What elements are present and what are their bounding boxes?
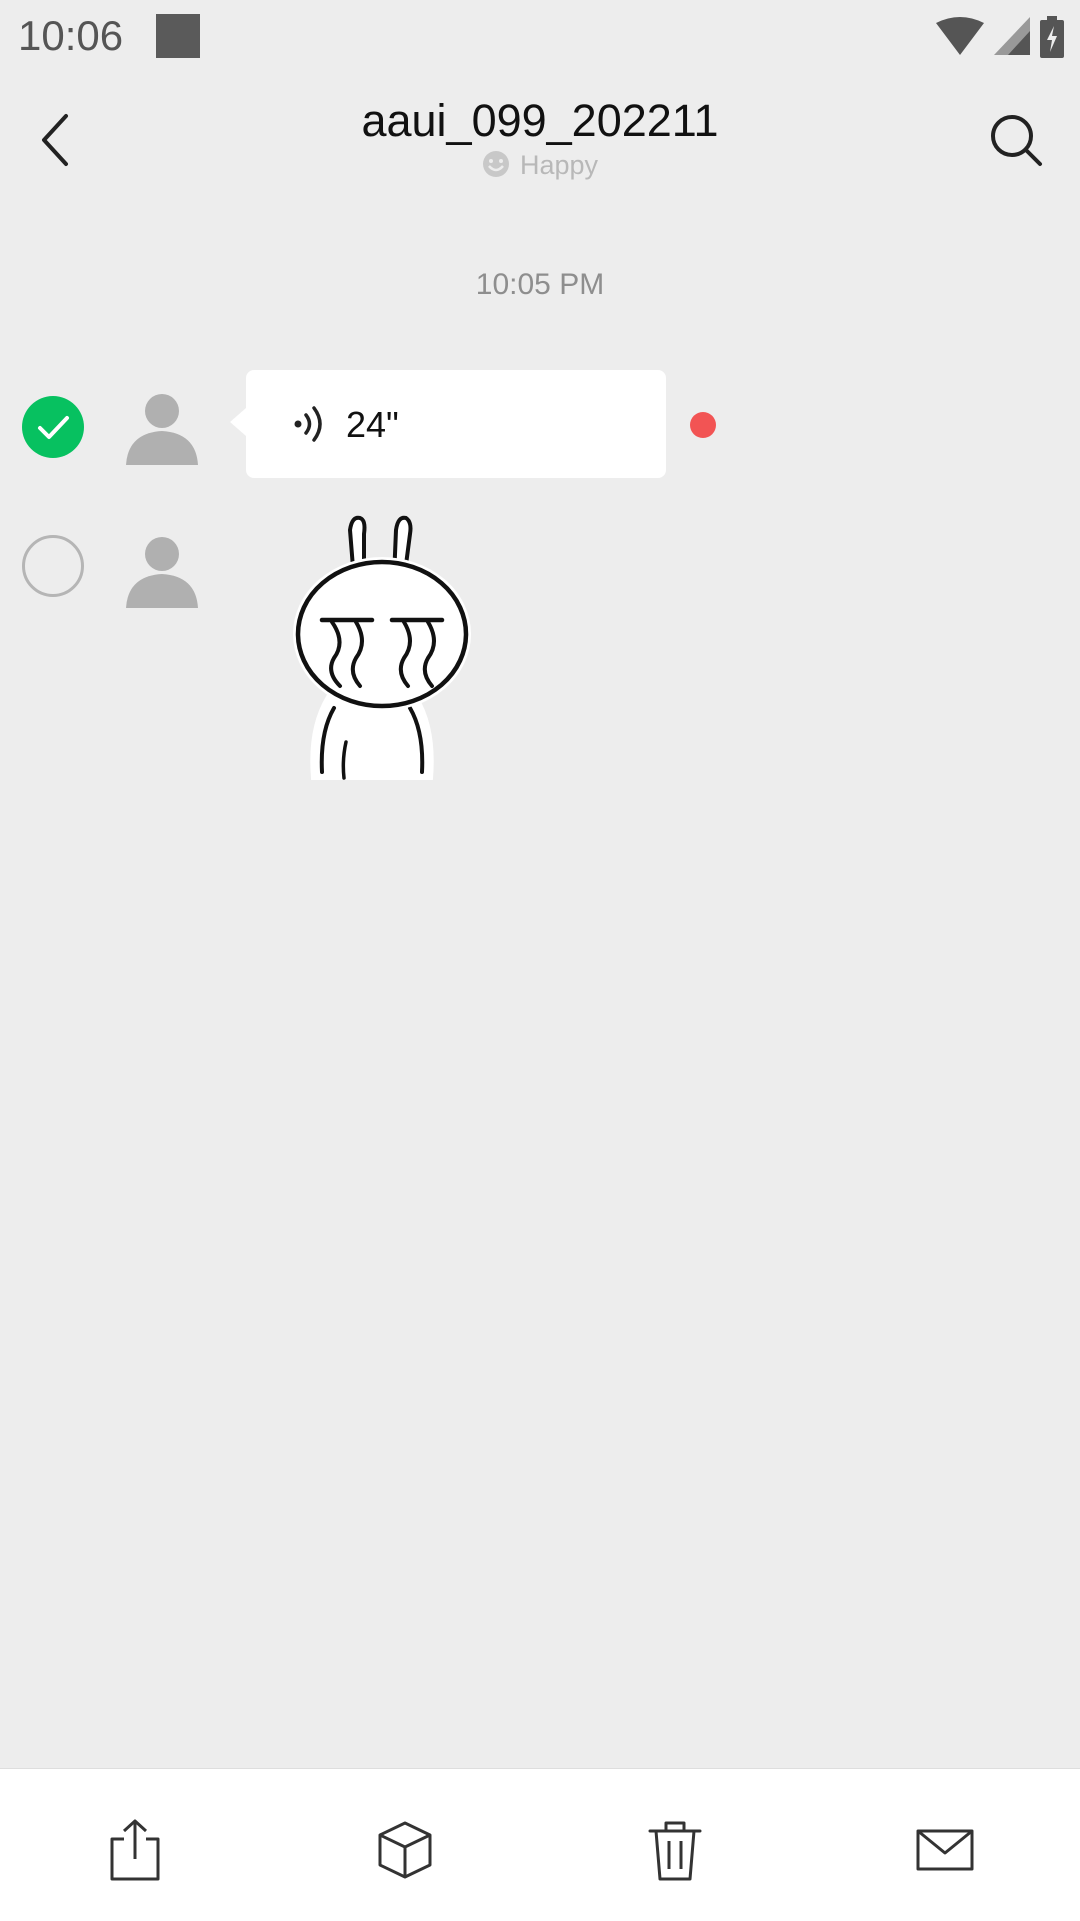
smiley-icon (482, 151, 509, 177)
checkmark-icon (38, 416, 69, 439)
select-checkbox-unchecked[interactable] (22, 535, 84, 597)
chat-title: aaui_099_202211 (361, 95, 719, 146)
message-row (0, 510, 1080, 790)
select-checkbox-checked[interactable] (22, 396, 84, 458)
status-text: Happy (519, 150, 599, 180)
voice-duration: 24" (346, 404, 399, 445)
crying-rabbit-sticker[interactable] (292, 510, 482, 780)
unread-dot (690, 412, 716, 438)
voice-message-bubble[interactable]: 24" (230, 370, 666, 478)
bottom-toolbar (0, 1768, 1080, 1921)
notification-icon (156, 14, 200, 58)
wifi-icon (936, 17, 984, 55)
status-bar: 10:06 (0, 0, 1080, 80)
signal-icon (994, 17, 1030, 55)
trash-icon[interactable] (642, 1817, 708, 1883)
search-icon[interactable] (986, 110, 1046, 170)
box-icon[interactable] (372, 1817, 438, 1883)
voice-wave-icon (294, 406, 322, 442)
status-subtitle: Happy (0, 150, 1080, 181)
message-row: 24" (0, 370, 1080, 480)
chat-header: aaui_099_202211 Happy (0, 80, 1080, 220)
avatar[interactable] (124, 532, 200, 608)
mail-icon[interactable] (912, 1817, 978, 1883)
avatar[interactable] (124, 389, 200, 465)
battery-charging-icon (1040, 16, 1064, 58)
share-icon[interactable] (102, 1817, 168, 1883)
status-time: 10:06 (18, 12, 124, 59)
status-icons (936, 14, 1064, 60)
chat-timestamp: 10:05 PM (475, 268, 605, 301)
